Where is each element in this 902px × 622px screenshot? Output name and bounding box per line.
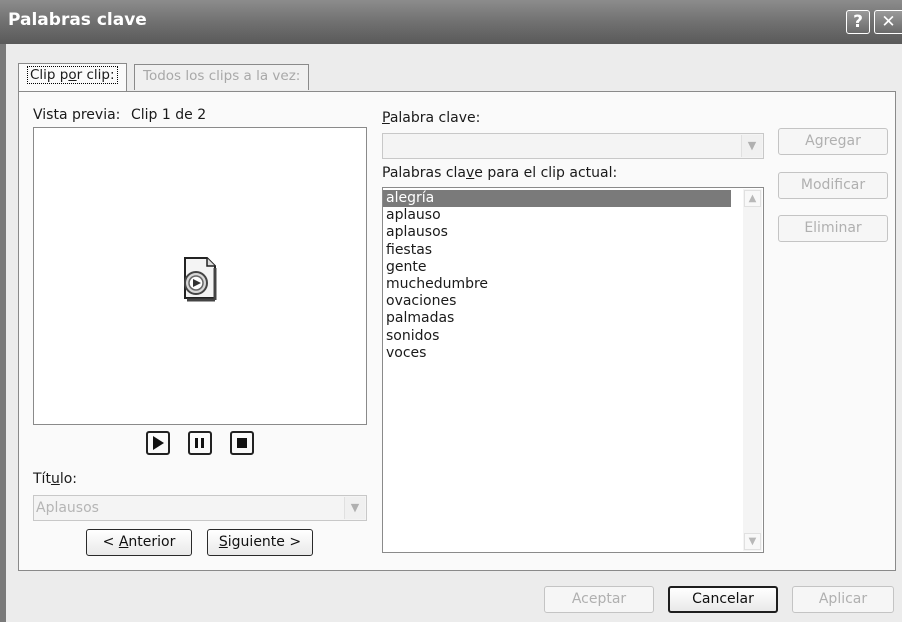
keywords-list: alegría aplauso aplausos fiestas gente muched… [383, 188, 763, 362]
add-button[interactable]: Agregar [778, 128, 888, 155]
stop-icon [237, 438, 247, 448]
pause-icon [195, 438, 204, 448]
vertical-scrollbar[interactable]: ▲ ▼ [743, 189, 762, 551]
modify-button[interactable]: Modificar [778, 172, 888, 199]
window-title: Palabras clave [8, 10, 147, 30]
close-button[interactable]: ✕ [874, 10, 902, 34]
list-item[interactable]: ovaciones [383, 293, 731, 310]
keyword-combobox[interactable]: ▼ [382, 133, 764, 159]
delete-button[interactable]: Eliminar [778, 215, 888, 242]
pause-button[interactable] [188, 431, 212, 455]
help-button[interactable]: ? [846, 10, 870, 34]
scroll-up-icon[interactable]: ▲ [744, 190, 761, 207]
title-bar: Palabras clave ? ✕ [0, 0, 902, 44]
ok-button[interactable]: Aceptar [544, 586, 654, 613]
stop-button[interactable] [230, 431, 254, 455]
window-frame [0, 44, 6, 622]
title-combobox[interactable]: Aplausos ▼ [33, 495, 367, 521]
current-keywords-label: Palabras clave para el clip actual: [382, 165, 618, 181]
tab-clip-por-clip[interactable]: Clip por clip: [18, 63, 127, 92]
chevron-down-icon[interactable]: ▼ [741, 135, 762, 157]
list-item[interactable]: gente [383, 259, 731, 276]
keyword-label: Palabra clave: [382, 110, 481, 126]
list-item[interactable]: aplauso [383, 207, 731, 224]
play-icon [153, 436, 164, 450]
tab-todos-los-clips[interactable]: Todos los clips a la vez: [134, 64, 310, 90]
list-item[interactable]: aplausos [383, 224, 731, 241]
list-item[interactable]: muchedumbre [383, 276, 731, 293]
clip-status: Clip 1 de 2 [131, 107, 207, 123]
sound-clip-icon [184, 257, 217, 302]
list-item[interactable]: palmadas [383, 310, 731, 327]
scroll-down-icon[interactable]: ▼ [744, 533, 761, 550]
apply-button[interactable]: Aplicar [792, 586, 894, 613]
chevron-down-icon[interactable]: ▼ [344, 497, 365, 519]
list-item[interactable]: voces [383, 345, 731, 362]
list-item[interactable]: alegría [383, 190, 731, 208]
title-value: Aplausos [36, 500, 99, 516]
next-button[interactable]: Siguiente > [207, 529, 313, 556]
cancel-button[interactable]: Cancelar [668, 586, 778, 613]
title-label: Título: [33, 471, 77, 487]
list-item[interactable]: fiestas [383, 242, 731, 259]
preview-label: Vista previa: [33, 107, 121, 123]
list-item[interactable]: sonidos [383, 328, 731, 345]
previous-button[interactable]: < Anterior [86, 529, 192, 556]
keywords-listbox[interactable]: alegría aplauso aplausos fiestas gente muched… [382, 187, 764, 553]
play-button[interactable] [146, 431, 170, 455]
tab-label: Clip por clip: [27, 66, 118, 84]
